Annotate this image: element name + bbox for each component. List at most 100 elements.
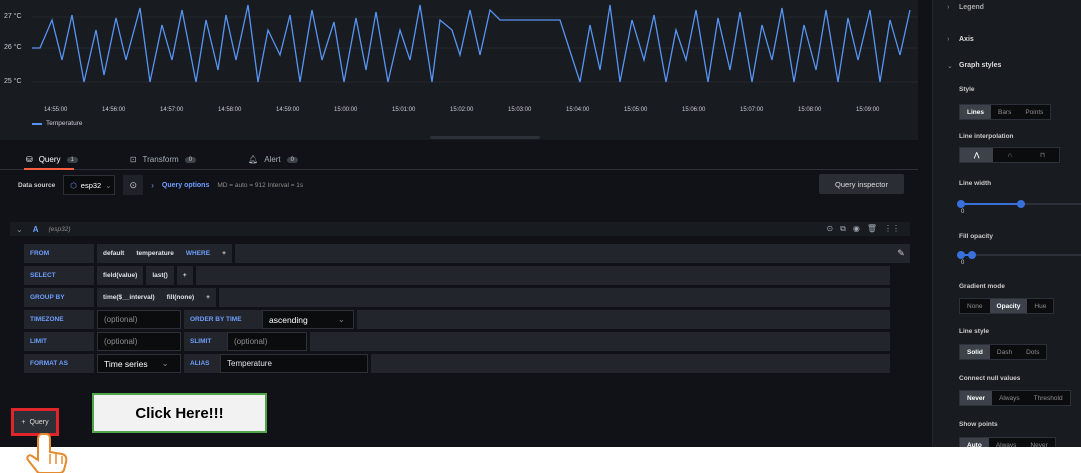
eye-icon[interactable]: ◉ — [853, 224, 860, 234]
line-style-label: Line style — [959, 328, 989, 335]
line-style-option-dots[interactable]: Dots — [1019, 345, 1046, 359]
pencil-icon: ✎ — [897, 248, 905, 258]
line-style-option-solid[interactable]: Solid — [960, 345, 990, 359]
resize-handle[interactable] — [430, 136, 540, 139]
row-filler — [234, 244, 910, 263]
interp-smooth-icon[interactable]: ∩ — [993, 148, 1026, 162]
tab-query[interactable]: ⛁ Query 1 — [26, 155, 78, 164]
query-options-meta: MD = auto = 912 Interval = 1s — [217, 181, 304, 189]
add-query-button[interactable]: + Query — [11, 408, 59, 436]
query-letter: A — [32, 224, 39, 234]
transform-icon: ⊡ — [129, 155, 137, 164]
graph-styles-section[interactable]: Graph styles — [959, 62, 1001, 69]
drag-handle-icon[interactable]: ⋮⋮ — [884, 224, 900, 234]
connect-option-always[interactable]: Always — [992, 391, 1027, 405]
timezone-row: TIMEZONE (optional) ORDER BY TIME ascend… — [24, 310, 890, 329]
interp-linear-icon[interactable]: ⋀ — [960, 148, 994, 162]
gradient-option-none[interactable]: None — [960, 299, 990, 313]
points-option-always[interactable]: Always — [989, 438, 1024, 448]
points-option-never[interactable]: Never — [1023, 438, 1054, 448]
where-keyword: WHERE — [179, 244, 217, 263]
gradient-option-opacity[interactable]: Opacity — [989, 299, 1028, 313]
points-option-auto[interactable]: Auto — [960, 438, 989, 447]
legend-section[interactable]: Legend — [959, 4, 984, 11]
chevron-down-icon: ⌄ — [161, 358, 169, 368]
click-here-callout: Click Here!!! — [92, 393, 267, 433]
order-select[interactable]: ascending ⌄ — [262, 310, 354, 329]
field-segment[interactable]: field(value) — [97, 266, 144, 285]
line-style-option-dash[interactable]: Dash — [990, 345, 1019, 359]
connect-option-never[interactable]: Never — [960, 391, 993, 405]
query-options-toggle[interactable]: Query options — [162, 182, 209, 189]
line-width-slider[interactable] — [957, 200, 1081, 208]
function-segment[interactable]: last() — [146, 266, 174, 285]
format-as-keyword: FORMAT AS — [24, 354, 94, 373]
fill-opacity-label: Fill opacity — [959, 233, 993, 240]
axis-section[interactable]: Axis — [959, 36, 974, 43]
slider-handle[interactable] — [1017, 200, 1025, 208]
trash-icon[interactable]: 🗑︎ — [867, 224, 877, 234]
row-filler — [218, 288, 890, 307]
style-option-lines[interactable]: Lines — [960, 105, 991, 119]
tab-transform-count: 0 — [184, 156, 197, 163]
chevron-right-icon: › — [947, 4, 950, 11]
show-points-radio-group: Auto Always Never — [959, 437, 1056, 447]
chevron-right-icon: › — [947, 36, 950, 43]
limit-row: LIMIT (optional) SLIMIT (optional) — [24, 332, 890, 351]
line-width-label: Line width — [959, 180, 992, 187]
order-value: ascending — [269, 314, 308, 325]
fill-opacity-slider[interactable] — [957, 251, 1081, 259]
slider-handle[interactable] — [957, 200, 965, 208]
tab-alert[interactable]: 🔔︎ Alert 0 — [248, 155, 298, 164]
x-tick: 15:06:00 — [682, 107, 706, 113]
limit-input[interactable]: (optional) — [97, 332, 181, 351]
slimit-input[interactable]: (optional) — [227, 332, 307, 351]
question-icon: ⊙ — [129, 179, 137, 190]
graph-legend[interactable]: Temperature — [32, 120, 83, 127]
active-tab-indicator — [24, 168, 74, 170]
datasource-label: Data source — [18, 181, 56, 189]
bell-icon: 🔔︎ — [248, 155, 259, 164]
query-inspector-button[interactable]: Query inspector — [819, 174, 904, 194]
timezone-input[interactable]: (optional) — [97, 310, 181, 329]
datasource-row: Data source ⬡ esp32 ⌄ ⊙ › Query options … — [0, 172, 918, 198]
format-select[interactable]: Time series ⌄ — [97, 354, 181, 373]
query-header[interactable]: ⌄ A (esp32) — [10, 222, 910, 236]
x-tick: 15:00:00 — [334, 107, 358, 113]
style-option-bars[interactable]: Bars — [991, 105, 1018, 119]
add-where-button[interactable]: + — [216, 244, 232, 263]
fill-opacity-value: 0 — [961, 260, 965, 266]
time-interval-segment[interactable]: time($__interval) — [97, 288, 161, 307]
group-by-row: GROUP BY time($__interval) fill(none) + — [24, 288, 890, 307]
add-group-button[interactable]: + — [200, 288, 216, 307]
fill-segment[interactable]: fill(none) — [160, 288, 201, 307]
style-option-points[interactable]: Points — [1018, 105, 1050, 119]
interp-step-icon[interactable]: ⊓ — [1026, 148, 1059, 162]
datasource-picker[interactable]: ⬡ esp32 ⌄ — [63, 175, 116, 195]
temperature-line — [32, 4, 918, 83]
slider-handle[interactable] — [968, 251, 976, 259]
gradient-option-hue[interactable]: Hue — [1027, 299, 1053, 313]
from-row: FROM default temperature WHERE + ✎ — [24, 244, 910, 263]
order-by-time-keyword: ORDER BY TIME — [184, 310, 262, 329]
policy-segment[interactable]: default — [97, 244, 131, 263]
datasource-value: esp32 — [80, 180, 102, 190]
datasource-help-button[interactable]: ⊙ — [123, 175, 144, 195]
tab-transform[interactable]: ⊡ Transform 0 — [129, 155, 197, 164]
edit-raw-button[interactable]: ✎ — [892, 244, 910, 263]
measurement-segment[interactable]: temperature — [130, 244, 180, 263]
pointing-hand-icon — [26, 433, 68, 473]
x-tick: 15:05:00 — [624, 107, 648, 113]
duplicate-icon[interactable]: ⧉ — [840, 224, 846, 234]
alias-input[interactable]: Temperature — [220, 354, 368, 373]
line-style-radio-group: Solid Dash Dots — [959, 344, 1048, 360]
x-tick: 14:57:00 — [160, 107, 184, 113]
from-keyword: FROM — [24, 244, 94, 263]
slider-handle[interactable] — [957, 251, 965, 259]
x-tick: 14:55:00 — [44, 107, 68, 113]
add-select-button[interactable]: + — [176, 266, 193, 285]
help-icon[interactable]: ⊙ — [826, 224, 833, 234]
tab-query-label: Query — [38, 155, 61, 164]
tab-alert-label: Alert — [264, 155, 281, 164]
connect-option-threshold[interactable]: Threshold — [1027, 391, 1070, 405]
